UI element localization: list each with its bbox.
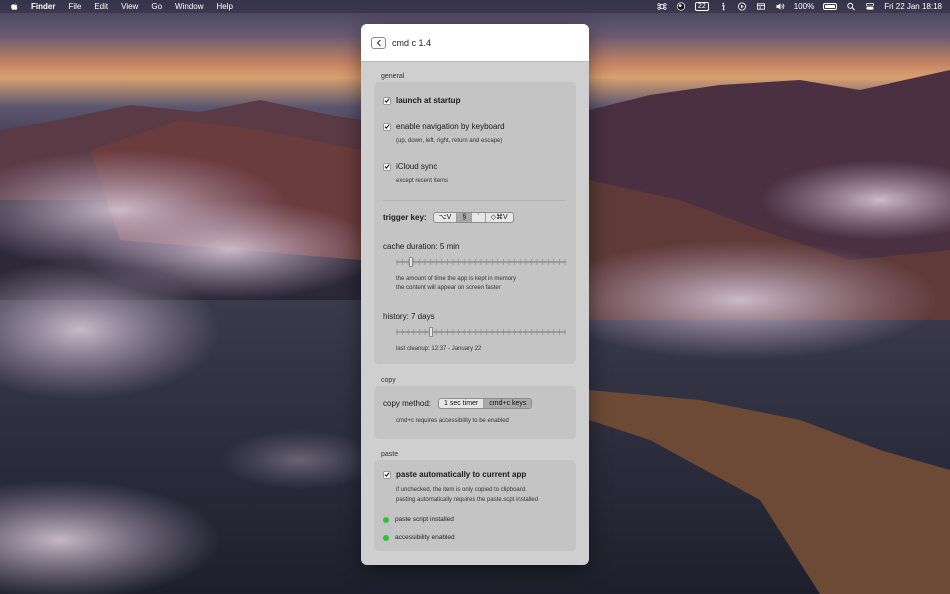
keyboard-nav-note: (up, down, left, right, return and escap… — [396, 138, 503, 144]
paste-note-1: if unchecked, the item is only copied to… — [396, 487, 527, 493]
trigger-option[interactable]: ` — [472, 213, 486, 222]
checkmark-icon — [384, 472, 390, 477]
auto-paste-label: paste automatically to current app — [396, 470, 527, 479]
auto-paste-row[interactable]: paste automatically to current app — [383, 470, 526, 479]
status-green-icon — [383, 534, 389, 541]
trigger-key-label: trigger key: — [383, 213, 427, 222]
app-status-icon[interactable] — [676, 2, 686, 11]
accessibility-status-label: accessibility enabled — [395, 534, 455, 541]
section-copy-title: copy — [381, 377, 396, 384]
menu-clock[interactable]: Fri 22 Jan 18:18 — [884, 2, 942, 11]
window-title: cmd c 1.4 — [392, 37, 432, 48]
trigger-option[interactable]: § — [457, 213, 473, 222]
copy-group: copy method: 1 sec timer cmd+c keys cmd+… — [374, 386, 576, 439]
control-center-icon[interactable] — [865, 2, 875, 11]
menu-edit[interactable]: Edit — [94, 2, 108, 11]
window-icon[interactable] — [756, 2, 766, 11]
section-general-title: general — [381, 73, 405, 80]
chevron-left-icon — [376, 39, 381, 46]
keyboard-nav-checkbox[interactable] — [383, 122, 391, 131]
history-label: history: 7 days — [383, 312, 435, 321]
history-slider[interactable] — [396, 327, 566, 337]
search-icon[interactable] — [846, 2, 856, 11]
launch-at-startup-label: launch at startup — [396, 96, 461, 105]
checkmark-icon — [384, 124, 390, 129]
battery-icon[interactable] — [823, 3, 838, 10]
general-group: launch at startup enable navigation by k… — [374, 82, 576, 364]
apple-menu-icon[interactable] — [10, 2, 19, 11]
battery-percent[interactable]: 100% — [794, 2, 814, 11]
copy-option-timer[interactable]: 1 sec timer — [439, 399, 485, 408]
section-paste-title: paste — [381, 451, 399, 458]
cache-duration-slider[interactable] — [396, 257, 566, 267]
icloud-note: except recent items — [396, 178, 449, 184]
menu-bar: Finder File Edit View Go Window Help 22 … — [0, 0, 950, 13]
paste-script-status: paste script installed — [383, 516, 454, 523]
copy-method-label: copy method: — [383, 399, 432, 408]
back-button[interactable] — [371, 36, 386, 49]
accessibility-status: accessibility enabled — [383, 534, 455, 541]
info-icon[interactable] — [718, 2, 728, 11]
history-note: last cleanup: 12:37 - January 22 — [396, 346, 482, 352]
cache-duration-label: cache duration: 5 min — [383, 242, 460, 251]
preferences-window: cmd c 1.4 general launch at startup enab… — [361, 24, 589, 565]
status-green-icon — [383, 516, 389, 523]
calendar-badge[interactable]: 22 — [694, 2, 709, 11]
trigger-option[interactable]: ⌥V — [434, 213, 458, 222]
copy-method-row: copy method: 1 sec timer cmd+c keys — [383, 398, 533, 409]
checkmark-icon — [384, 98, 390, 103]
launch-at-startup-checkbox[interactable] — [383, 96, 391, 105]
divider — [383, 200, 565, 201]
trigger-option[interactable]: ◇⌘V — [486, 213, 513, 222]
menu-view[interactable]: View — [121, 2, 138, 11]
slider-ticks — [396, 259, 566, 265]
menu-help[interactable]: Help — [216, 2, 232, 11]
copy-note: cmd+c requires accessibility to be enabl… — [396, 418, 509, 424]
icloud-checkbox[interactable] — [383, 162, 391, 171]
menu-window[interactable]: Window — [175, 2, 203, 11]
copy-option-keys[interactable]: cmd+c keys — [484, 399, 532, 408]
keyboard-nav-row[interactable]: enable navigation by keyboard — [383, 122, 505, 131]
checkmark-icon — [384, 164, 390, 169]
play-icon[interactable] — [737, 2, 747, 11]
paste-group: paste automatically to current app if un… — [374, 460, 576, 551]
auto-paste-checkbox[interactable] — [383, 470, 391, 479]
icloud-row[interactable]: iCloud sync — [383, 162, 437, 171]
menu-go[interactable]: Go — [151, 2, 162, 11]
paste-script-status-label: paste script installed — [395, 516, 454, 523]
slider-ticks — [396, 329, 566, 335]
icloud-label: iCloud sync — [396, 162, 438, 171]
cache-slider-knob[interactable] — [409, 257, 414, 267]
copy-method-segmented: 1 sec timer cmd+c keys — [438, 398, 533, 409]
trigger-key-row: trigger key: ⌥V § ` ◇⌘V — [383, 212, 514, 223]
history-slider-knob[interactable] — [429, 327, 434, 337]
launch-at-startup-row[interactable]: launch at startup — [383, 96, 460, 105]
menu-file[interactable]: File — [68, 2, 81, 11]
menu-app-name[interactable]: Finder — [31, 2, 55, 11]
window-titlebar: cmd c 1.4 — [361, 24, 589, 62]
command-icon[interactable] — [657, 2, 667, 11]
cache-note-2: the content will appear on screen faster — [396, 285, 501, 291]
cache-note-1: the amount of time the app is kept in me… — [396, 276, 517, 282]
paste-note-2: pasting automatically requires the paste… — [396, 497, 539, 503]
keyboard-nav-label: enable navigation by keyboard — [396, 122, 505, 131]
volume-icon[interactable] — [775, 2, 785, 11]
trigger-key-segmented: ⌥V § ` ◇⌘V — [432, 212, 514, 223]
